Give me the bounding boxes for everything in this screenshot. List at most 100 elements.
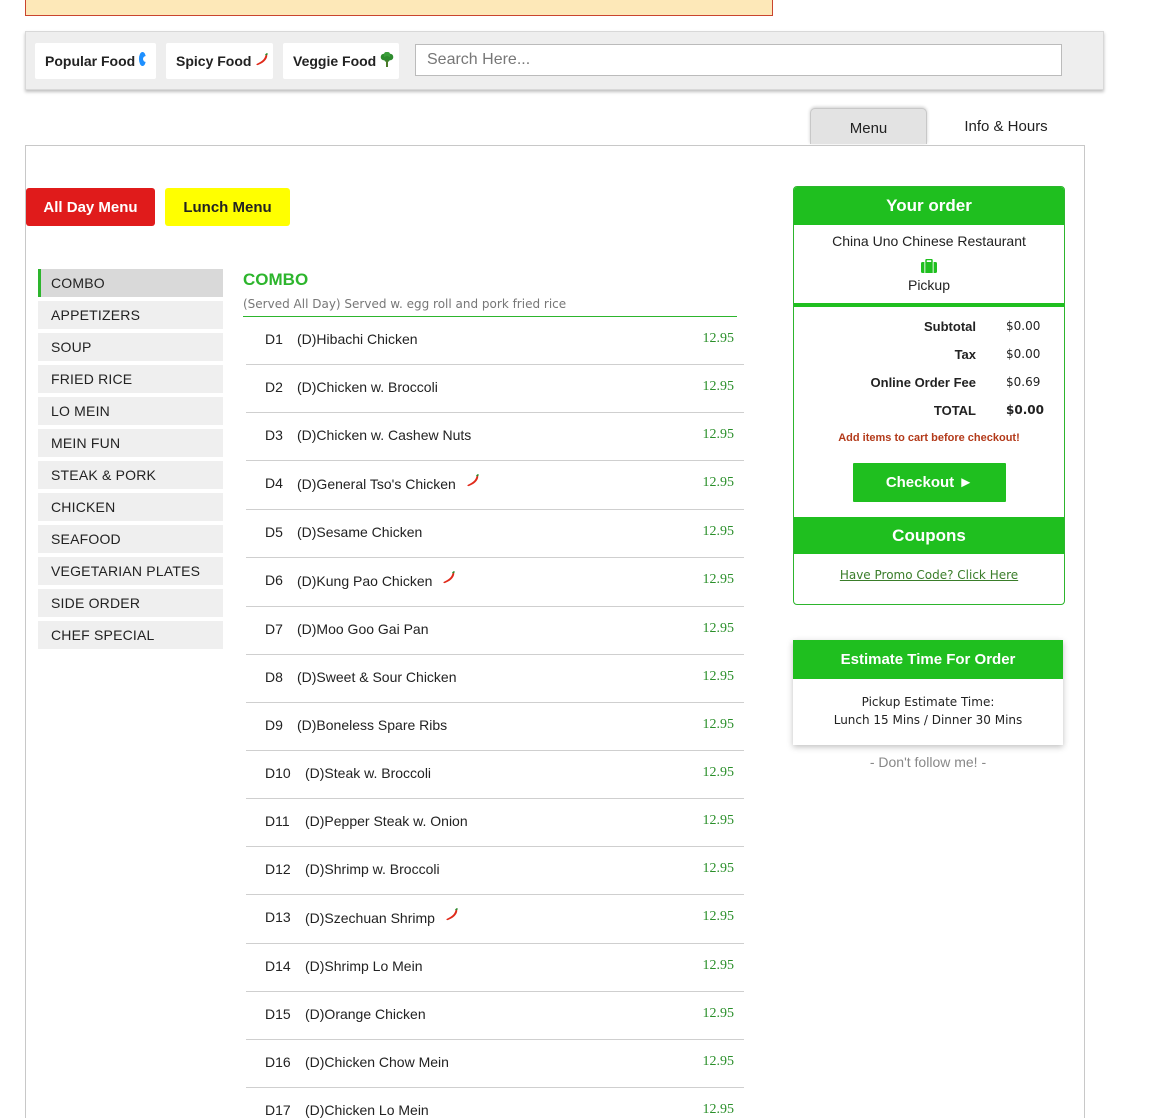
menu-item-name: (D)Chicken w. Broccoli xyxy=(297,379,438,395)
fee-label: Online Order Fee xyxy=(870,375,976,390)
menu-item-row[interactable]: D8 (D)Sweet & Sour Chicken 12.95 xyxy=(246,655,744,703)
sidebar-item-combo[interactable]: COMBO xyxy=(38,269,223,297)
menu-item-name-text: (D)Chicken w. Broccoli xyxy=(297,379,438,395)
filter-bar: Popular Food Spicy Food Veggie Food xyxy=(25,31,1104,90)
menu-item-row[interactable]: D12 (D)Shrimp w. Broccoli 12.95 xyxy=(246,847,744,895)
menu-item-name: (D)Chicken Chow Mein xyxy=(305,1054,449,1070)
menu-item-price: 12.95 xyxy=(702,909,735,924)
tax-label: Tax xyxy=(954,347,976,362)
menu-item-price: 12.95 xyxy=(702,331,735,346)
estimate-line-1: Pickup Estimate Time: xyxy=(861,695,995,709)
menu-item-price: 12.95 xyxy=(702,427,735,442)
estimate-line-2: Lunch 15 Mins / Dinner 30 Mins xyxy=(833,713,1023,727)
menu-item-price: 12.95 xyxy=(702,717,735,732)
popular-food-label: Popular Food xyxy=(45,53,136,69)
order-panel: Your order China Uno Chinese Restaurant … xyxy=(793,186,1065,605)
menu-item-row[interactable]: D13 (D)Szechuan Shrimp 12.95 xyxy=(246,895,744,944)
menu-item-row[interactable]: D2 (D)Chicken w. Broccoli 12.95 xyxy=(246,365,744,413)
menu-item-name: (D)Shrimp Lo Mein xyxy=(305,958,422,974)
menu-item-name-text: (D)Shrimp w. Broccoli xyxy=(305,861,440,877)
menu-item-name: (D)Chicken w. Cashew Nuts xyxy=(297,427,471,443)
menu-item-price: 12.95 xyxy=(702,524,735,539)
menu-item-code: D4 xyxy=(265,475,283,491)
menu-item-row[interactable]: D6 (D)Kung Pao Chicken 12.95 xyxy=(246,558,744,607)
veggie-food-filter[interactable]: Veggie Food xyxy=(283,43,399,79)
menu-item-code: D3 xyxy=(265,427,283,443)
menu-item-row[interactable]: D16 (D)Chicken Chow Mein 12.95 xyxy=(246,1040,744,1088)
menu-item-code: D12 xyxy=(265,861,291,877)
menu-item-name: (D)Hibachi Chicken xyxy=(297,331,418,347)
menu-item-name-text: (D)Orange Chicken xyxy=(305,1006,426,1022)
menu-item-code: D6 xyxy=(265,572,283,588)
checkout-button[interactable]: Checkout ► xyxy=(853,463,1006,502)
menu-item-name-text: (D)Moo Goo Gai Pan xyxy=(297,621,429,637)
menu-item-row[interactable]: D3 (D)Chicken w. Cashew Nuts 12.95 xyxy=(246,413,744,461)
menu-item-row[interactable]: D9 (D)Boneless Spare Ribs 12.95 xyxy=(246,703,744,751)
total-label: TOTAL xyxy=(933,403,976,418)
menu-item-row[interactable]: D11 (D)Pepper Steak w. Onion 12.95 xyxy=(246,799,744,847)
menu-item-code: D15 xyxy=(265,1006,291,1022)
promo-code-link[interactable]: Have Promo Code? Click Here xyxy=(794,568,1064,582)
estimate-time-panel: Estimate Time For Order Pickup Estimate … xyxy=(793,640,1063,745)
menu-item-price: 12.95 xyxy=(702,669,735,684)
lunch-menu-button[interactable]: Lunch Menu xyxy=(165,188,290,226)
menu-item-code: D14 xyxy=(265,958,291,974)
popular-food-filter[interactable]: Popular Food xyxy=(35,43,156,79)
menu-item-code: D9 xyxy=(265,717,283,733)
sidebar-item-seafood[interactable]: SEAFOOD xyxy=(38,525,223,553)
menu-item-name: (D)Steak w. Broccoli xyxy=(305,765,431,781)
menu-item-row[interactable]: D7 (D)Moo Goo Gai Pan 12.95 xyxy=(246,607,744,655)
menu-item-row[interactable]: D4 (D)General Tso's Chicken 12.95 xyxy=(246,461,744,510)
menu-item-row[interactable]: D5 (D)Sesame Chicken 12.95 xyxy=(246,510,744,558)
section-title: COMBO xyxy=(243,270,309,289)
total-value: $0.00 xyxy=(1006,403,1044,417)
menu-item-name: (D)Chicken Lo Mein xyxy=(305,1102,429,1118)
sidebar-item-side-order[interactable]: SIDE ORDER xyxy=(38,589,223,617)
spicy-food-label: Spicy Food xyxy=(176,53,252,69)
tab-menu[interactable]: Menu xyxy=(810,108,927,144)
sidebar-item-chef-special[interactable]: CHEF SPECIAL xyxy=(38,621,223,649)
chili-icon xyxy=(466,473,480,491)
menu-item-price: 12.95 xyxy=(702,621,735,636)
menu-item-code: D1 xyxy=(265,331,283,347)
menu-item-name-text: (D)Boneless Spare Ribs xyxy=(297,717,448,733)
restaurant-name: China Uno Chinese Restaurant xyxy=(832,233,1026,249)
sidebar-item-steak-pork[interactable]: STEAK & PORK xyxy=(38,461,223,489)
menu-item-code: D11 xyxy=(265,813,290,829)
menu-item-row[interactable]: D1 (D)Hibachi Chicken 12.95 xyxy=(246,317,744,365)
sidebar-item-mein-fun[interactable]: MEIN FUN xyxy=(38,429,223,457)
bag-icon xyxy=(921,259,937,273)
subtotal-label: Subtotal xyxy=(924,319,976,334)
menu-item-name: (D)Pepper Steak w. Onion xyxy=(305,813,468,829)
menu-item-row[interactable]: D15 (D)Orange Chicken 12.95 xyxy=(246,992,744,1040)
veggie-food-label: Veggie Food xyxy=(293,53,377,69)
tab-menu-label: Menu xyxy=(849,120,888,137)
menu-item-name: (D)General Tso's Chicken xyxy=(297,473,480,492)
spicy-food-filter[interactable]: Spicy Food xyxy=(166,43,273,79)
menu-item-price: 12.95 xyxy=(702,379,735,394)
dont-follow-link[interactable]: - Don't follow me! - xyxy=(793,754,1063,770)
menu-item-name-text: (D)Steak w. Broccoli xyxy=(305,765,432,781)
sidebar-item-soup[interactable]: SOUP xyxy=(38,333,223,361)
sidebar-item-chicken[interactable]: CHICKEN xyxy=(38,493,223,521)
pickup-mode[interactable]: Pickup xyxy=(794,277,1064,293)
sidebar-item-fried-rice[interactable]: FRIED RICE xyxy=(38,365,223,393)
all-day-menu-button[interactable]: All Day Menu xyxy=(26,188,155,226)
menu-item-list: D1 (D)Hibachi Chicken 12.95 D2 (D)Chicken w.… xyxy=(246,317,744,1118)
sidebar-item-vegetarian-plates[interactable]: VEGETARIAN PLATES xyxy=(38,557,223,585)
sidebar-item-lo-mein[interactable]: LO MEIN xyxy=(38,397,223,425)
menu-item-code: D16 xyxy=(265,1054,291,1070)
menu-item-code: D2 xyxy=(265,379,283,395)
menu-item-price: 12.95 xyxy=(702,813,735,828)
order-title: Your order xyxy=(794,187,1064,225)
menu-item-name-text: (D)Pepper Steak w. Onion xyxy=(305,813,468,829)
menu-item-row[interactable]: D10 (D)Steak w. Broccoli 12.95 xyxy=(246,751,744,799)
menu-item-row[interactable]: D14 (D)Shrimp Lo Mein 12.95 xyxy=(246,944,744,992)
menu-item-row[interactable]: D17 (D)Chicken Lo Mein 12.95 xyxy=(246,1088,744,1118)
search-input[interactable] xyxy=(415,44,1062,76)
sidebar-item-appetizers[interactable]: APPETIZERS xyxy=(38,301,223,329)
menu-item-name-text: (D)Shrimp Lo Mein xyxy=(305,958,423,974)
menu-item-name-text: (D)Chicken Chow Mein xyxy=(305,1054,449,1070)
menu-item-name-text: (D)Kung Pao Chicken xyxy=(297,573,433,589)
tab-info-hours[interactable]: Info & Hours xyxy=(946,108,1066,144)
